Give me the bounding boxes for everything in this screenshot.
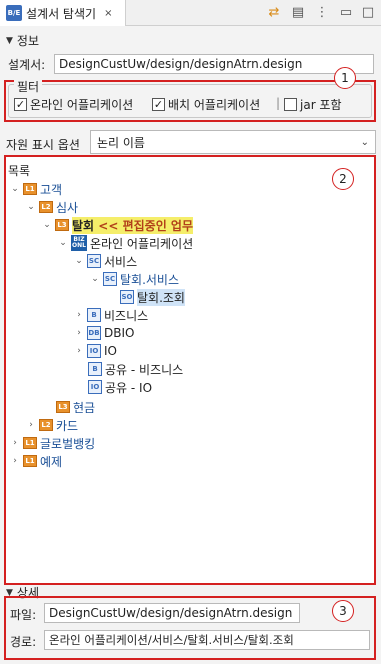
tree-node-label: IO bbox=[104, 344, 117, 358]
view-tab-bar: B/E 설계서 탐색기 × ⇄ ▤ ⋮ ▭ □ bbox=[0, 0, 381, 26]
tree-node-customer[interactable]: ⌄ L1 고객 bbox=[10, 180, 62, 198]
tree-node-label: DBIO bbox=[104, 326, 135, 340]
tab-title: 설계서 탐색기 bbox=[26, 6, 97, 21]
chevron-right-icon[interactable]: › bbox=[26, 420, 36, 430]
chevron-down-icon[interactable]: ⌄ bbox=[10, 184, 20, 194]
service-component-icon: SC bbox=[103, 272, 117, 286]
tree-node-card[interactable]: › L2 카드 bbox=[26, 416, 78, 434]
tree-node-cash[interactable]: L3 현금 bbox=[56, 398, 95, 416]
resource-option-value: 논리 이름 bbox=[97, 135, 145, 150]
tab-designer-explorer[interactable]: B/E 설계서 탐색기 × bbox=[0, 0, 126, 26]
chevron-down-icon[interactable]: ⌄ bbox=[74, 256, 84, 266]
designer-field[interactable]: DesignCustUw/design/designAtrn.design bbox=[54, 54, 374, 74]
tree-node-example[interactable]: › L1 예제 bbox=[10, 452, 62, 470]
tree-node-label: 탈회.서비스 bbox=[120, 272, 180, 287]
chevron-right-icon[interactable]: › bbox=[74, 346, 84, 356]
tree-node-label: 고객 bbox=[40, 182, 63, 197]
checkbox-checked-icon[interactable]: ✓ bbox=[152, 98, 165, 111]
file-label: 파일: bbox=[10, 608, 37, 622]
chevron-right-icon[interactable]: › bbox=[74, 328, 84, 338]
tree-node-dbio[interactable]: › DB DBIO bbox=[74, 324, 134, 342]
path-label: 경로: bbox=[10, 635, 37, 649]
checkbox-checked-icon[interactable]: ✓ bbox=[14, 98, 27, 111]
close-icon[interactable]: × bbox=[104, 8, 112, 19]
callout-number-2: 2 bbox=[332, 168, 354, 190]
tree-title: 목록 bbox=[8, 164, 31, 178]
info-section-header[interactable]: ▼ 정보 bbox=[6, 32, 39, 49]
io-icon: IO bbox=[87, 344, 101, 358]
tree-node-io[interactable]: › IO IO bbox=[74, 342, 117, 360]
chevron-down-icon: ⌄ bbox=[360, 136, 369, 148]
checkbox-unchecked-icon[interactable] bbox=[284, 98, 297, 111]
tree-node-label: 온라인 어플리케이션 bbox=[90, 236, 194, 251]
view-menu-icon[interactable]: ⋮ bbox=[314, 4, 330, 20]
tree-node-label: 심사 bbox=[56, 200, 79, 215]
chevron-down-icon[interactable]: ⌄ bbox=[58, 238, 68, 248]
tree-node-withdrawal[interactable]: ⌄ L3 탈회 << 편집중인 업무 bbox=[42, 216, 193, 234]
designer-label: 설계서: bbox=[8, 58, 46, 72]
tree-node-review[interactable]: ⌄ L2 심사 bbox=[26, 198, 78, 216]
business-icon: B bbox=[88, 362, 102, 376]
business-icon: B bbox=[87, 308, 101, 322]
filter-option-label: 배치 어플리케이션 bbox=[168, 98, 261, 112]
service-component-icon: SC bbox=[87, 254, 101, 268]
filter-option-label: 온라인 어플리케이션 bbox=[30, 98, 134, 112]
level-1-icon: L1 bbox=[23, 455, 37, 467]
tree-node-label: 현금 bbox=[73, 400, 96, 415]
chevron-down-icon[interactable]: ⌄ bbox=[42, 220, 52, 230]
callout-number-1: 1 bbox=[334, 67, 356, 89]
filter-option-label: jar 포함 bbox=[300, 98, 342, 112]
minimize-icon[interactable]: ▭ bbox=[338, 4, 354, 20]
tree-node-label: 서비스 bbox=[104, 254, 138, 269]
filter-title: 필터 bbox=[14, 78, 43, 95]
filter-option-batch[interactable]: ✓ 배치 어플리케이션 bbox=[152, 96, 260, 113]
tree-node-withdrawal-service[interactable]: ⌄ SC 탈회.서비스 bbox=[90, 270, 179, 288]
tree-node-label: 공유 - 비즈니스 bbox=[105, 362, 184, 377]
level-3-icon: L3 bbox=[55, 219, 69, 231]
filter-separator: | bbox=[276, 96, 281, 110]
maximize-icon[interactable]: □ bbox=[360, 4, 376, 20]
tree-node-label: 공유 - IO bbox=[105, 380, 153, 395]
level-1-icon: L1 bbox=[23, 183, 37, 195]
dbio-icon: DB bbox=[87, 326, 101, 340]
tree-node-label: 카드 bbox=[56, 418, 79, 433]
filter-option-jar[interactable]: jar 포함 bbox=[284, 96, 342, 113]
tree-node-withdrawal-inquiry[interactable]: SO 탈회.조회 bbox=[120, 288, 185, 306]
designer-explorer-icon: B/E bbox=[6, 5, 22, 21]
tree-node-global-banking[interactable]: › L1 글로벌뱅킹 bbox=[10, 434, 95, 452]
level-1-icon: L1 bbox=[23, 437, 37, 449]
expand-triangle-icon: ▼ bbox=[6, 35, 13, 46]
info-title: 정보 bbox=[16, 34, 40, 48]
tree-node-label-selected: 탈회.조회 bbox=[137, 288, 185, 306]
biz-online-icon: BIZ ONL bbox=[71, 235, 87, 251]
tree-node-label: 비즈니스 bbox=[104, 308, 149, 323]
tree-node-label: 글로벌뱅킹 bbox=[40, 436, 96, 451]
filter-option-online[interactable]: ✓ 온라인 어플리케이션 bbox=[14, 96, 133, 113]
collapse-all-icon[interactable]: ▤ bbox=[290, 4, 306, 20]
tree-node-business[interactable]: › B 비즈니스 bbox=[74, 306, 148, 324]
chevron-right-icon[interactable]: › bbox=[10, 456, 20, 466]
chevron-down-icon[interactable]: ⌄ bbox=[26, 202, 36, 212]
tree-node-service[interactable]: ⌄ SC 서비스 bbox=[74, 252, 137, 270]
level-2-icon: L2 bbox=[39, 201, 53, 213]
tree-node-label: 예제 bbox=[40, 454, 63, 469]
sync-icon[interactable]: ⇄ bbox=[266, 4, 282, 20]
chevron-right-icon[interactable]: › bbox=[74, 310, 84, 320]
level-3-icon: L3 bbox=[56, 401, 70, 413]
file-field[interactable]: DesignCustUw/design/designAtrn.design bbox=[44, 603, 300, 623]
service-operation-icon: SO bbox=[120, 290, 134, 304]
tree-node-online-app[interactable]: ⌄ BIZ ONL 온라인 어플리케이션 bbox=[58, 234, 193, 252]
chevron-down-icon[interactable]: ⌄ bbox=[90, 274, 100, 284]
tree-node-label-editing: 탈회 << 편집중인 업무 bbox=[72, 216, 193, 234]
path-field[interactable]: 온라인 어플리케이션/서비스/탈회.서비스/탈회.조회 bbox=[44, 630, 370, 650]
resource-option-select[interactable]: 논리 이름 ⌄ bbox=[90, 130, 376, 154]
level-2-icon: L2 bbox=[39, 419, 53, 431]
tree-node-shared-io[interactable]: IO 공유 - IO bbox=[88, 378, 152, 396]
resource-option-label: 자원 표시 옵션 bbox=[6, 138, 80, 152]
callout-number-3: 3 bbox=[332, 600, 354, 622]
io-icon: IO bbox=[88, 380, 102, 394]
tree-node-shared-business[interactable]: B 공유 - 비즈니스 bbox=[88, 360, 183, 378]
chevron-right-icon[interactable]: › bbox=[10, 438, 20, 448]
